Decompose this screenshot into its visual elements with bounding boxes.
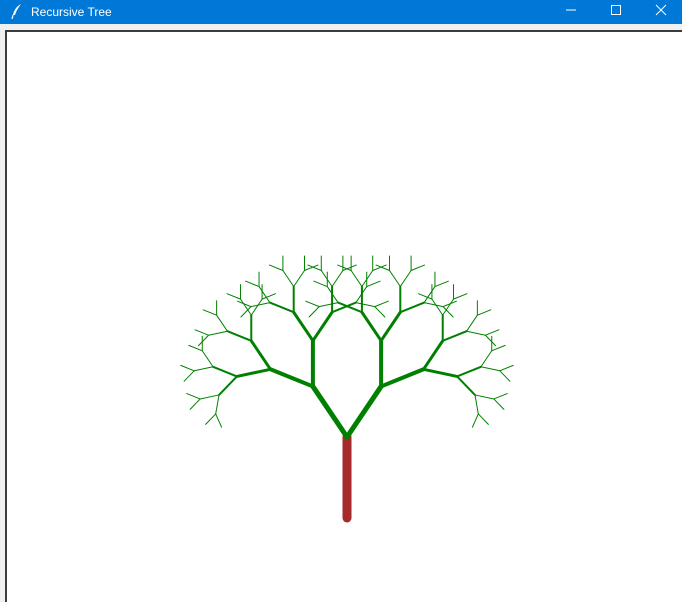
tree-branch <box>456 375 476 396</box>
tree-branch <box>308 306 320 318</box>
tree-branch <box>493 398 505 410</box>
tree-branch <box>442 298 455 316</box>
tree-branch <box>366 280 381 288</box>
tree-branch <box>237 300 252 308</box>
minimize-button[interactable] <box>548 0 594 24</box>
client-area <box>0 24 682 602</box>
title-bar[interactable]: Recursive Tree <box>0 0 682 24</box>
tree-branch <box>471 413 479 428</box>
tree-branch <box>422 367 459 378</box>
tree-branch <box>484 329 500 336</box>
tree-branch <box>493 393 508 400</box>
maximize-button[interactable] <box>593 0 639 24</box>
tree-branch <box>480 350 493 368</box>
tree-branch <box>318 302 339 308</box>
tree-drawing <box>180 255 514 523</box>
tree-branch <box>245 280 260 288</box>
tree-branch <box>431 298 444 316</box>
tree-branch <box>434 280 449 288</box>
tree-branch <box>310 383 350 440</box>
tree-branch <box>268 367 315 389</box>
tree-branch <box>355 302 376 308</box>
tree-branch <box>311 310 334 343</box>
tree-branch <box>399 301 426 314</box>
tree-branch <box>476 309 492 316</box>
tree-branch <box>305 300 320 308</box>
tree-branch <box>477 413 489 425</box>
tree-branch <box>484 334 497 347</box>
tree-branch <box>216 314 228 332</box>
tree-branch <box>480 366 501 372</box>
maximize-icon <box>610 3 622 21</box>
tree-branch <box>226 293 241 300</box>
tree-branch <box>202 309 218 316</box>
tree-branch <box>389 270 401 287</box>
tree-branch <box>331 270 344 287</box>
tree-branch <box>268 301 295 314</box>
tree-branch <box>249 339 272 371</box>
tree-branch <box>293 270 305 287</box>
tree-branch <box>491 344 506 352</box>
tree-branch <box>313 280 328 288</box>
tree-branch <box>193 366 214 372</box>
tree-branch <box>361 270 374 287</box>
tree-branch <box>350 270 363 287</box>
tree-branch <box>208 330 228 336</box>
tree-branch <box>456 365 482 378</box>
tree-branch <box>374 300 389 308</box>
tree-branch <box>474 394 479 415</box>
tree-branch <box>320 270 333 287</box>
tree-branch <box>474 394 495 400</box>
feather-icon <box>10 3 24 21</box>
minimize-icon <box>565 3 577 21</box>
tree-branch <box>399 270 412 287</box>
tree-branch <box>374 306 386 318</box>
tree-branch <box>258 286 271 304</box>
close-button[interactable] <box>638 0 682 24</box>
tree-branch <box>188 344 203 352</box>
tree-branch <box>199 394 220 400</box>
tree-branch <box>268 264 284 271</box>
close-icon <box>655 3 667 21</box>
tree-branch <box>239 298 252 316</box>
tree-branch <box>215 394 220 415</box>
tree-branch <box>466 314 478 332</box>
tree-branch <box>201 350 214 368</box>
tree-branch <box>499 364 514 372</box>
tree-branch <box>183 370 195 382</box>
tree-branch <box>218 375 238 396</box>
tree-branch <box>379 367 426 389</box>
tree-branch <box>423 286 436 304</box>
tree-branch <box>499 370 511 382</box>
tree-branch <box>453 293 468 300</box>
tree-branch <box>189 398 201 410</box>
tree-branch <box>410 264 426 271</box>
tree-branch <box>441 330 468 342</box>
tree-branch <box>282 270 295 287</box>
tree-branch <box>250 298 263 316</box>
tree-branch <box>205 413 217 425</box>
drawing-canvas[interactable] <box>5 30 682 602</box>
tree-branch <box>422 339 445 371</box>
tree-branch <box>226 330 253 342</box>
tree-branch <box>250 302 271 308</box>
tree-branch <box>215 413 223 428</box>
tree-branch <box>344 383 384 440</box>
tree-branch <box>194 329 210 336</box>
app-window: Recursive Tree <box>0 0 682 602</box>
tree-branch <box>180 364 195 372</box>
tree-branch <box>197 334 210 347</box>
tree-branch <box>423 302 444 308</box>
tree-branch <box>212 365 238 378</box>
tree-branch <box>186 393 201 400</box>
window-title: Recursive Tree <box>31 5 112 19</box>
tree-branch <box>235 367 272 378</box>
tree-branch <box>466 330 486 336</box>
tree-branch <box>360 310 383 343</box>
